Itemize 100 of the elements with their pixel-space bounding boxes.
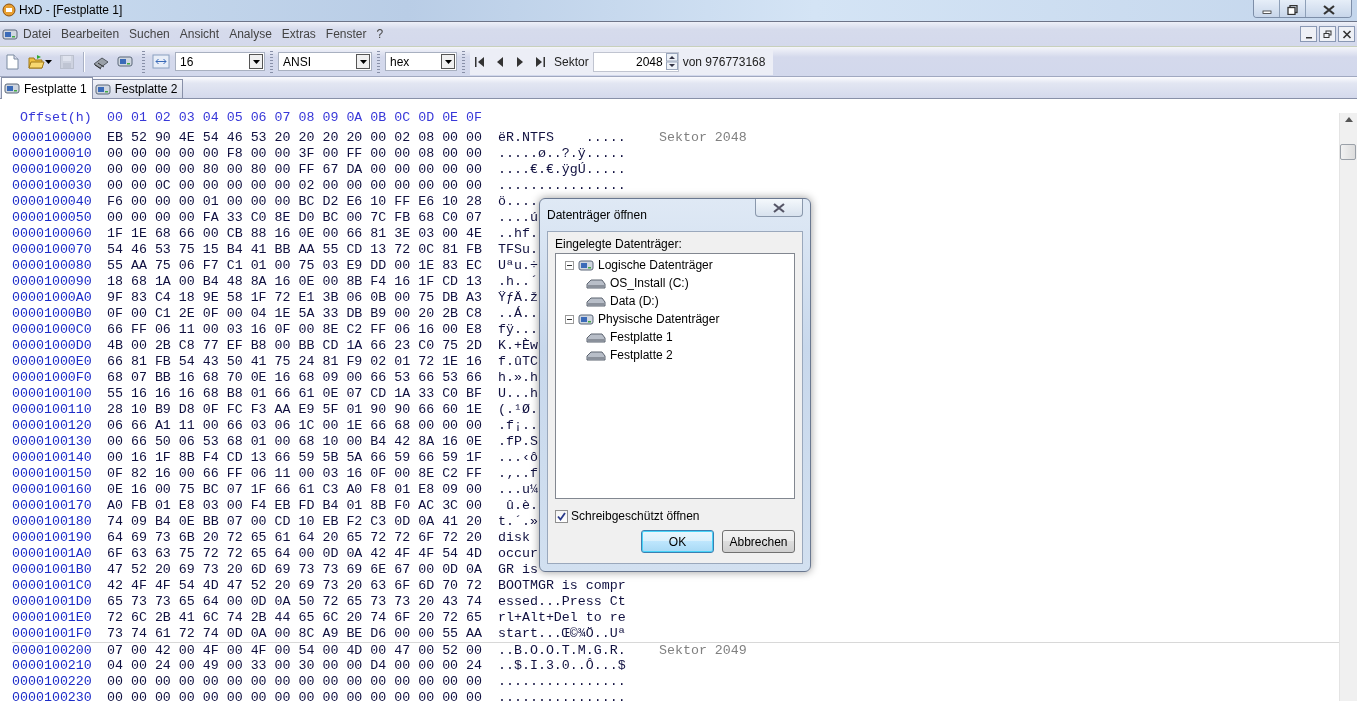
ascii-text: f.ûTC (498, 354, 538, 370)
ascii-text: ...u¼ (498, 482, 538, 498)
hex-bytes: 28 10 B9 D8 0F FC F3 AA E9 5F 01 90 90 66 60 1E (107, 402, 483, 418)
hex-bytes: 18 68 1A 00 B4 48 8A 16 0E 00 8B F4 16 1F CD 13 (107, 274, 483, 290)
expander-icon[interactable] (565, 260, 574, 270)
hex-bytes: 0F 00 C1 2E 0F 00 04 1E 5A 33 DB B9 00 20 2B C8 (107, 306, 483, 322)
open-folder-icon (28, 53, 45, 70)
minimize-button[interactable] (1254, 0, 1279, 17)
row-offset: 00001000F0 (12, 370, 92, 386)
tab[interactable]: Festplatte 2 (91, 79, 184, 98)
hex-bytes: 64 69 73 6B 20 72 65 61 64 20 65 72 72 6F 72 20 (107, 530, 483, 546)
menu-item[interactable]: Analyse (224, 25, 277, 43)
ascii-text: start...Œ©¾Ö..Uª (498, 626, 626, 642)
menu-item[interactable]: Fenster (320, 25, 372, 43)
row-offset: 0000100110 (12, 402, 92, 418)
hex-bytes: F6 00 00 00 01 00 00 00 BC D2 E6 10 FF E6 10 28 (107, 194, 483, 210)
caret-icon (45, 59, 52, 64)
hex-bytes: 73 74 61 72 74 0D 0A 00 8C A9 BE D6 00 00 55 AA (107, 626, 483, 642)
tab[interactable]: Festplatte 1 (1, 77, 93, 99)
checkbox[interactable] (555, 509, 568, 523)
close-button[interactable] (1338, 26, 1355, 42)
row-offset: 0000100140 (12, 450, 92, 466)
menu-item[interactable]: ? (371, 25, 389, 43)
row-offset: 00001001A0 (12, 546, 92, 562)
ascii-text: U...h (498, 386, 538, 402)
disk-icon (117, 53, 135, 70)
sector-total: von 976773168 (682, 54, 766, 69)
tree-item[interactable]: Festplatte 2 (610, 348, 673, 362)
tree-item[interactable]: OS_Install (C:) (610, 276, 689, 290)
ascii-text: ....ú (498, 210, 538, 226)
ascii-text: û.è. (504, 498, 538, 514)
tree-item[interactable]: Festplatte 1 (610, 330, 673, 344)
row-offset: 0000100030 (12, 178, 92, 194)
dropdown-arrow-icon (444, 59, 452, 64)
hex-bytes: 0F 82 16 00 66 FF 06 11 00 03 16 0F 00 8E C2 FF (107, 466, 483, 482)
dropdown-arrow-icon (359, 59, 367, 64)
dropdown-field[interactable]: ANSI (278, 52, 372, 71)
menu-item[interactable]: Extras (276, 25, 321, 43)
dropdown-field[interactable]: 16 (175, 52, 265, 71)
ascii-text: K.+Èw (498, 338, 538, 354)
sector-field[interactable]: 2048 (592, 51, 679, 72)
row-offset: 00001000A0 (12, 290, 92, 306)
hex-bytes: 1F 1E 68 66 00 CB 88 16 0E 00 66 81 3E 03 00 4E (107, 226, 483, 242)
ascii-text: fÿ... (498, 322, 538, 338)
maximize-button[interactable] (1279, 0, 1305, 17)
tree-item[interactable]: Data (D:) (610, 294, 659, 308)
row-offset: 00001000D0 (12, 338, 92, 354)
row-offset: 0000100070 (12, 242, 92, 258)
dropdown-arrow-icon (252, 59, 260, 64)
hex-bytes: 47 52 20 69 73 20 6D 69 73 73 69 6E 67 00 0D 0A (107, 562, 483, 578)
ascii-text: ................ (498, 690, 626, 701)
hex-bytes: 54 46 53 75 15 B4 41 BB AA 55 CD 13 72 0C 81 FB (107, 242, 483, 258)
row-offset: 00001000E0 (12, 354, 92, 370)
ok-button[interactable]: OK (641, 530, 714, 553)
dropdown-field[interactable]: hex (385, 52, 457, 71)
menu-item[interactable]: Ansicht (174, 25, 225, 43)
close-button[interactable] (1305, 0, 1351, 17)
row-offset: 0000100220 (12, 674, 92, 690)
ascii-text: ..hf. (498, 226, 538, 242)
tree-view[interactable]: Logische Datenträger OS_Install (C:) Data (D:) Physische Datenträger Festplatte 1 Festplatte 2 (555, 253, 795, 499)
scroll-thumb[interactable] (1340, 144, 1356, 160)
tree-item[interactable]: Physische Datenträger (598, 312, 720, 326)
drive-icon (586, 295, 606, 307)
ascii-text: ëR.NTFS ..... (498, 130, 626, 146)
close-button[interactable] (755, 199, 803, 217)
menu-item[interactable]: Suchen (124, 25, 175, 43)
close-icon (1322, 5, 1335, 15)
row-offset: 00001001E0 (12, 610, 92, 626)
ascii-text: rl+Alt+Del to re (498, 610, 626, 626)
hex-bytes: 00 00 00 00 00 F8 00 00 3F 00 FF 00 00 08 00 00 (107, 146, 483, 162)
ascii-text: TFSu. (498, 242, 538, 258)
close-icon (772, 202, 786, 213)
row-offset: 0000100160 (12, 482, 92, 498)
expander-icon[interactable] (565, 314, 574, 324)
ascii-text: ŸƒÄ.ž (498, 290, 538, 306)
tree-item[interactable]: Logische Datenträger (598, 258, 713, 272)
hex-bytes: 6F 63 63 75 72 72 65 64 00 0D 0A 42 4F 4F 54 4D (107, 546, 483, 562)
ascii-text: ...‹ô (498, 450, 538, 466)
menu-item[interactable]: Bearbeiten (56, 25, 125, 43)
group-label: Eingelegte Datenträger: (555, 237, 683, 251)
row-offset: 0000100120 (12, 418, 92, 434)
row-offset: 00001001B0 (12, 562, 92, 578)
new-document-icon (4, 53, 21, 70)
ascii-text: disk (498, 530, 531, 546)
row-offset: 0000100180 (12, 514, 92, 530)
menu-item[interactable]: Datei (18, 25, 56, 43)
hex-bytes: 74 09 B4 0E BB 07 00 CD 10 EB F2 C3 0D 0A 41 20 (107, 514, 483, 530)
hex-bytes: EB 52 90 4E 54 46 53 20 20 20 20 00 02 08 00 00 (107, 130, 483, 146)
drive-icon (586, 331, 606, 343)
restore-button[interactable] (1319, 26, 1336, 42)
scrollbar[interactable] (1339, 113, 1357, 701)
hex-bytes: 72 6C 2B 41 6C 74 2B 44 65 6C 20 74 6F 20 72 65 (107, 610, 483, 626)
app-icon (2, 3, 16, 17)
row-offset: 00001000C0 (12, 322, 92, 338)
hex-bytes: 55 16 16 16 68 B8 01 66 61 0E 07 CD 1A 33 C0 BF (107, 386, 483, 402)
minimize-button[interactable] (1300, 26, 1317, 42)
hex-bytes: 42 4F 4F 54 4D 47 52 20 69 73 20 63 6F 6D 70 72 (107, 578, 483, 594)
cancel-button[interactable]: Abbrechen (722, 530, 795, 553)
hex-bytes: 00 00 0C 00 00 00 00 00 02 00 00 00 00 00 00 00 (107, 178, 483, 194)
row-offset: 0000100050 (12, 210, 92, 226)
